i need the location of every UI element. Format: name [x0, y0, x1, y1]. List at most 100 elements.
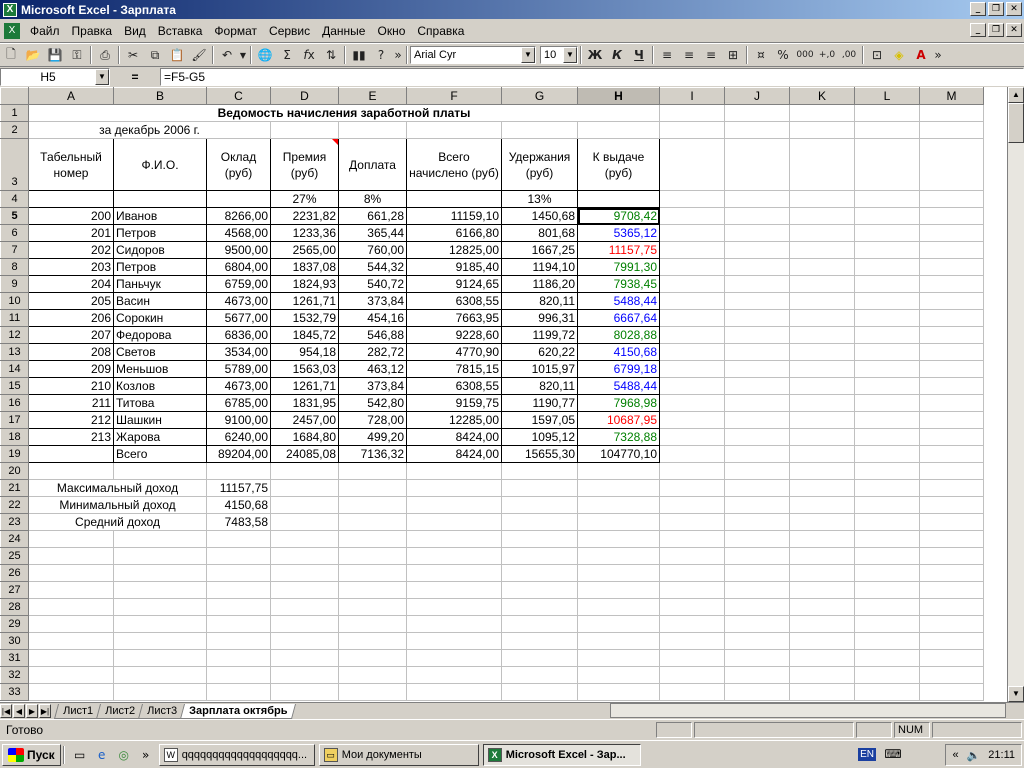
cell[interactable]: [206, 564, 271, 582]
cell[interactable]: [659, 343, 725, 361]
menu-help[interactable]: Справка: [411, 21, 470, 41]
cell[interactable]: [854, 360, 920, 378]
bold-icon[interactable]: Ж: [584, 45, 606, 65]
cell[interactable]: [854, 411, 920, 429]
cell-salary[interactable]: 6836,00: [206, 326, 271, 344]
cell-total[interactable]: 4770,90: [406, 343, 502, 361]
tab-sheet1[interactable]: Лист1: [53, 703, 103, 719]
cell-name[interactable]: Шашкин: [113, 411, 207, 429]
cell[interactable]: [659, 292, 725, 310]
last-sheet-icon[interactable]: ▶|: [39, 704, 51, 718]
cell[interactable]: [659, 224, 725, 242]
sheet-title[interactable]: Ведомость начисления заработной платы: [28, 104, 660, 122]
cell[interactable]: [724, 292, 790, 310]
cell-total[interactable]: 9124,65: [406, 275, 502, 293]
row-header[interactable]: 8: [0, 258, 29, 276]
tab-salary-october[interactable]: Зарплата октябрь: [180, 703, 297, 719]
total-label[interactable]: Всего: [113, 445, 207, 463]
row-header[interactable]: 15: [0, 377, 29, 395]
cell-total[interactable]: 6308,55: [406, 377, 502, 395]
cell-premium[interactable]: 2457,00: [270, 411, 339, 429]
format-painter-icon[interactable]: 🖌: [188, 45, 210, 65]
cell-ded[interactable]: 1095,12: [501, 428, 578, 446]
scroll-up-icon[interactable]: ▲: [1008, 87, 1024, 103]
cell[interactable]: [659, 258, 725, 276]
copy-icon[interactable]: ⧉: [144, 45, 166, 65]
formula-input[interactable]: =F5-G5: [160, 68, 1024, 86]
cell[interactable]: [659, 649, 725, 667]
cell[interactable]: [28, 649, 114, 667]
cell[interactable]: [577, 462, 660, 480]
cell[interactable]: [659, 530, 725, 548]
cell[interactable]: [406, 632, 502, 650]
cell[interactable]: [919, 581, 984, 599]
stat-value[interactable]: 7483,58: [206, 513, 271, 531]
cell[interactable]: [724, 343, 790, 361]
tab-sheet3[interactable]: Лист3: [138, 703, 187, 719]
cell[interactable]: [338, 462, 407, 480]
cell[interactable]: [854, 292, 920, 310]
row-header[interactable]: 10: [0, 292, 29, 310]
sort-icon[interactable]: ⇅: [320, 45, 342, 65]
cell-ded[interactable]: 820,11: [501, 377, 578, 395]
cell[interactable]: [919, 241, 984, 259]
cell-extra[interactable]: 454,16: [338, 309, 407, 327]
cell-id[interactable]: 203: [28, 258, 114, 276]
cell[interactable]: [338, 496, 407, 514]
cell[interactable]: [919, 683, 984, 701]
start-button[interactable]: Пуск: [2, 743, 61, 766]
cell[interactable]: [206, 530, 271, 548]
cell[interactable]: [206, 547, 271, 565]
cell[interactable]: [789, 377, 855, 395]
cell[interactable]: [789, 615, 855, 633]
cell[interactable]: [577, 121, 660, 139]
align-left-icon[interactable]: ≡: [656, 45, 678, 65]
cell-premium[interactable]: 1261,71: [270, 292, 339, 310]
cell[interactable]: [406, 683, 502, 701]
cell[interactable]: [724, 615, 790, 633]
cell-extra[interactable]: 661,28: [338, 207, 407, 225]
cell[interactable]: [270, 513, 339, 531]
cell[interactable]: [577, 649, 660, 667]
cell[interactable]: [270, 683, 339, 701]
cell[interactable]: [789, 462, 855, 480]
total-salary[interactable]: 89204,00: [206, 445, 271, 463]
cell-total[interactable]: 9228,60: [406, 326, 502, 344]
row-header[interactable]: 3: [0, 138, 29, 191]
cell-pay[interactable]: 11157,75: [577, 241, 660, 259]
cell[interactable]: [113, 581, 207, 599]
cell-name[interactable]: Федорова: [113, 326, 207, 344]
header-cell[interactable]: Всего начислено (руб): [406, 138, 502, 191]
cell-ded[interactable]: 1015,97: [501, 360, 578, 378]
cell-total[interactable]: 12285,00: [406, 411, 502, 429]
cell[interactable]: [789, 445, 855, 463]
cell[interactable]: [919, 190, 984, 208]
total-accrued[interactable]: 8424,00: [406, 445, 502, 463]
cell-salary[interactable]: 6804,00: [206, 258, 271, 276]
row-header[interactable]: 22: [0, 496, 29, 514]
cell[interactable]: [577, 496, 660, 514]
cell[interactable]: [659, 190, 725, 208]
cell-extra[interactable]: 546,88: [338, 326, 407, 344]
cell-ded[interactable]: 820,11: [501, 292, 578, 310]
cell-premium[interactable]: 1837,08: [270, 258, 339, 276]
cell[interactable]: [919, 104, 984, 122]
header-cell[interactable]: Премия (руб): [270, 138, 339, 191]
cell[interactable]: [28, 530, 114, 548]
total-deduction[interactable]: 15655,30: [501, 445, 578, 463]
cell[interactable]: [789, 564, 855, 582]
cell[interactable]: [724, 360, 790, 378]
header-cell[interactable]: Оклад (руб): [206, 138, 271, 191]
cell[interactable]: [577, 581, 660, 599]
cell[interactable]: [789, 530, 855, 548]
excel-app-icon[interactable]: X: [3, 2, 17, 17]
cell[interactable]: [113, 615, 207, 633]
cell-extra[interactable]: 544,32: [338, 258, 407, 276]
cell[interactable]: [724, 666, 790, 684]
first-sheet-icon[interactable]: |◀: [0, 704, 12, 718]
cell[interactable]: [28, 462, 114, 480]
cell[interactable]: [919, 394, 984, 412]
row-header[interactable]: 1: [0, 104, 29, 122]
cell-id[interactable]: 205: [28, 292, 114, 310]
doc-minimize-button[interactable]: _: [970, 23, 986, 37]
